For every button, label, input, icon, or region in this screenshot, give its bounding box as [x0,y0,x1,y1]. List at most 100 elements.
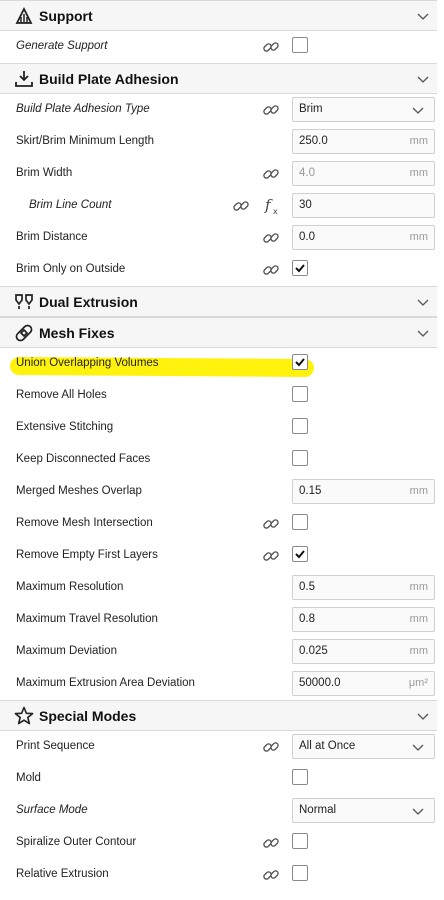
setting-label: Union Overlapping Volumes [16,357,159,369]
max-resolution-input[interactable]: 0.5 mm [292,575,435,600]
chevron-down-icon[interactable] [417,328,429,338]
chevron-down-icon [412,107,424,114]
link-icon[interactable] [262,165,280,183]
input-value: 0.8 [299,613,315,625]
special-modes-icon [14,706,34,725]
adhesion-type-dropdown[interactable]: Brim [292,97,435,122]
relative-extrusion-checkbox[interactable] [292,865,308,881]
remove-empty-first-layers-checkbox[interactable] [292,546,308,562]
unit-label: mm [409,645,428,657]
category-title: Special Modes [39,708,137,724]
category-title: Dual Extrusion [39,294,138,310]
setting-row: Maximum Travel Resolution 0.8 mm [0,604,437,636]
dropdown-value: All at Once [299,740,356,752]
generate-support-checkbox[interactable] [292,37,308,53]
function-icon[interactable]: fx [264,196,282,216]
link-icon[interactable] [262,515,280,533]
union-overlapping-checkbox[interactable] [292,354,308,370]
setting-row: Surface Mode Normal [0,795,437,827]
link-icon[interactable] [232,197,250,215]
input-value: 0.0 [299,231,315,243]
chevron-down-icon[interactable] [417,297,429,307]
setting-label: Extensive Stitching [16,421,114,433]
checkmark-icon [295,264,305,273]
brim-width-input[interactable]: 4.0 mm [292,161,435,186]
setting-label: Keep Disconnected Faces [16,453,151,465]
max-area-deviation-input[interactable]: 50000.0 μm² [292,671,435,696]
setting-row: Remove Mesh Intersection [0,508,437,540]
setting-row: Union Overlapping Volumes [0,348,437,380]
setting-label: Mold [16,772,41,784]
unit-label: mm [409,581,428,593]
link-icon[interactable] [262,229,280,247]
setting-row: Brim Distance 0.0 mm [0,222,437,254]
merged-overlap-input[interactable]: 0.15 mm [292,479,435,504]
dropdown-value: Brim [299,103,323,115]
checkmark-icon [295,358,305,367]
link-icon[interactable] [262,101,280,119]
settings-panel: Support Generate Support Build Plate Adh… [0,0,437,891]
brim-distance-input[interactable]: 0.0 mm [292,225,435,250]
chevron-down-icon[interactable] [417,74,429,84]
brim-only-outside-checkbox[interactable] [292,260,308,276]
input-value: 0.5 [299,581,315,593]
setting-row: Maximum Deviation 0.025 mm [0,636,437,668]
input-value: 0.025 [299,645,328,657]
unit-label: mm [409,485,428,497]
setting-label: Relative Extrusion [16,868,109,880]
input-value: 0.15 [299,485,322,497]
skirt-length-input[interactable]: 250.0 mm [292,129,435,154]
setting-row: Keep Disconnected Faces [0,444,437,476]
link-icon[interactable] [262,547,280,565]
setting-row: Relative Extrusion [0,859,437,891]
link-icon[interactable] [262,38,280,56]
setting-row: Merged Meshes Overlap 0.15 mm [0,476,437,508]
surface-mode-dropdown[interactable]: Normal [292,798,435,823]
unit-label: mm [409,135,428,147]
max-travel-resolution-input[interactable]: 0.8 mm [292,607,435,632]
category-title: Support [39,8,93,24]
extensive-stitching-checkbox[interactable] [292,418,308,434]
category-special-modes[interactable]: Special Modes [0,700,437,731]
link-icon[interactable] [262,866,280,884]
mesh-fixes-icon [15,324,33,342]
support-icon [15,6,33,24]
category-support[interactable]: Support [0,0,437,31]
setting-row: Print Sequence All at Once [0,731,437,763]
input-value: 250.0 [299,135,328,147]
setting-row: Remove Empty First Layers [0,540,437,572]
setting-row: Brim Width 4.0 mm [0,158,437,190]
category-mesh-fixes[interactable]: Mesh Fixes [0,317,437,348]
chevron-down-icon[interactable] [417,11,429,21]
chevron-down-icon[interactable] [417,711,429,721]
link-icon[interactable] [262,261,280,279]
svg-text:f: f [264,196,273,214]
unit-label: mm [409,613,428,625]
category-adhesion[interactable]: Build Plate Adhesion [0,63,437,94]
input-value: 30 [299,199,312,211]
link-icon[interactable] [262,834,280,852]
setting-label: Remove Mesh Intersection [16,517,153,529]
setting-label: Brim Only on Outside [16,263,126,275]
mold-checkbox[interactable] [292,769,308,785]
spiralize-checkbox[interactable] [292,833,308,849]
setting-row: Brim Line Count fx 30 [0,190,437,222]
link-icon[interactable] [262,738,280,756]
remove-all-holes-checkbox[interactable] [292,386,308,402]
max-deviation-input[interactable]: 0.025 mm [292,639,435,664]
setting-row: Maximum Extrusion Area Deviation 50000.0… [0,668,437,700]
setting-row: Mold [0,763,437,795]
keep-disconnected-checkbox[interactable] [292,450,308,466]
setting-row: Generate Support [0,31,437,63]
print-sequence-dropdown[interactable]: All at Once [292,734,435,759]
setting-label: Remove All Holes [16,389,107,401]
setting-label: Maximum Resolution [16,581,124,593]
remove-mesh-intersection-checkbox[interactable] [292,514,308,530]
setting-label: Surface Mode [16,804,88,816]
setting-row: Build Plate Adhesion Type Brim [0,94,437,126]
setting-row: Skirt/Brim Minimum Length 250.0 mm [0,126,437,158]
brim-line-count-input[interactable]: 30 [292,193,435,218]
setting-label: Spiralize Outer Contour [16,836,137,848]
setting-row: Brim Only on Outside [0,254,437,286]
category-dual-extrusion[interactable]: Dual Extrusion [0,286,437,317]
